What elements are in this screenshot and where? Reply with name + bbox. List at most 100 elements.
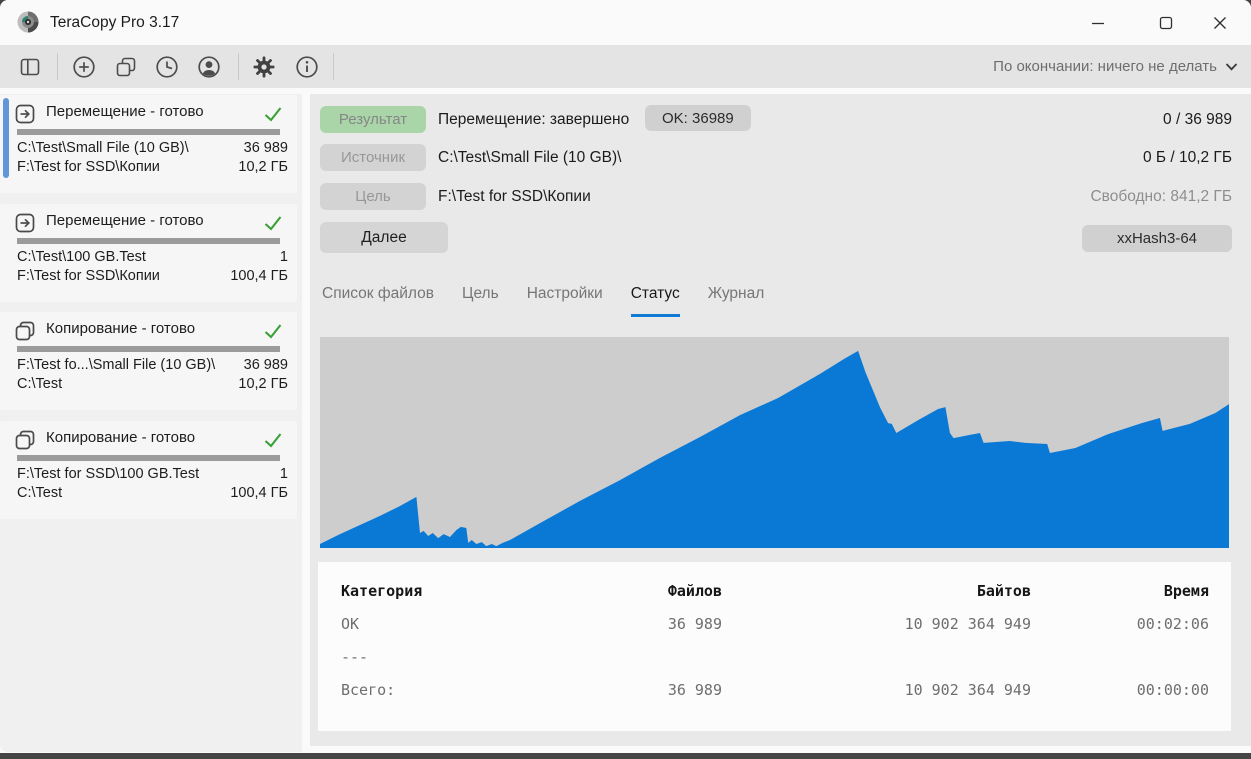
task-source-path: C:\Test\100 GB.Test	[17, 249, 146, 269]
task-title: Перемещение - готово	[46, 212, 204, 229]
target-button-label: Цель	[355, 188, 391, 205]
chevron-down-icon	[1224, 59, 1239, 74]
minimize-button[interactable]	[1075, 0, 1121, 45]
task-source-path: C:\Test\Small File (10 GB)\	[17, 140, 189, 160]
task-card[interactable]: Копирование - готово F:\Test fo...\Small …	[0, 312, 297, 410]
selection-indicator	[3, 98, 9, 178]
minimize-icon	[1091, 16, 1105, 30]
tab-journal[interactable]: Журнал	[708, 285, 765, 317]
tab-status[interactable]: Статус	[631, 285, 680, 317]
main-panel: Результат Перемещение: завершено OK: 369…	[310, 94, 1251, 746]
check-icon	[262, 212, 284, 234]
table-header: Время	[1031, 576, 1209, 608]
task-files-count: 36 989	[244, 357, 288, 377]
move-icon	[13, 211, 37, 235]
toolbar-separator	[333, 53, 334, 80]
task-progress-bar	[17, 346, 280, 352]
screen: TeraCopy Pro 3.17	[0, 0, 1251, 759]
task-size: 100,4 ГБ	[230, 485, 288, 505]
bytes-progress: 0 Б / 10,2 ГБ	[1143, 144, 1232, 171]
copy-icon	[13, 319, 37, 343]
table-cell: OK	[341, 608, 541, 641]
source-path: C:\Test\Small File (10 GB)\	[438, 144, 621, 171]
task-title: Копирование - готово	[46, 429, 195, 446]
tab-options[interactable]: Настройки	[527, 285, 603, 317]
target-path: F:\Test for SSD\Копии	[438, 183, 591, 210]
ok-count-badge[interactable]: OK: 36989	[645, 105, 751, 131]
result-button-label: Результат	[339, 111, 407, 128]
table-cell: 10 902 364 949	[722, 674, 1031, 707]
table-cell: ---	[341, 641, 541, 674]
task-source-path: F:\Test fo...\Small File (10 GB)\	[17, 357, 215, 377]
maximize-button[interactable]	[1143, 0, 1189, 45]
window-title: TeraCopy Pro 3.17	[50, 0, 179, 45]
task-progress-bar	[17, 238, 280, 244]
task-target-path: C:\Test	[17, 376, 62, 396]
table-cell: 36 989	[541, 674, 722, 707]
target-button[interactable]: Цель	[320, 183, 426, 210]
task-target-path: C:\Test	[17, 485, 62, 505]
task-title: Перемещение - готово	[46, 103, 204, 120]
table-cell	[722, 641, 1031, 674]
result-button[interactable]: Результат	[320, 106, 426, 133]
table-cell	[1031, 641, 1209, 674]
check-icon	[262, 320, 284, 342]
task-progress-bar	[17, 129, 280, 135]
task-card[interactable]: Перемещение - готово C:\Test\100 GB.Test 1…	[0, 204, 297, 302]
copy-icon	[13, 428, 37, 452]
close-icon	[1213, 16, 1227, 30]
table-header: Категория	[341, 576, 541, 608]
files-progress: 0 / 36 989	[1163, 106, 1232, 133]
toolbar: По окончании: ничего не делать	[0, 45, 1251, 88]
task-progress-bar	[17, 455, 280, 461]
close-button[interactable]	[1197, 0, 1243, 45]
user-account-icon[interactable]	[196, 54, 222, 80]
check-icon	[262, 103, 284, 125]
hash-algorithm-label: xxHash3-64	[1117, 230, 1197, 247]
task-card[interactable]: Перемещение - готово C:\Test\Small File (…	[0, 95, 297, 193]
status-table: КатегорияФайловБайтовВремяOK36 98910 902…	[318, 562, 1231, 707]
task-list-sidebar: Перемещение - готово C:\Test\Small File (…	[0, 94, 302, 752]
table-cell: 36 989	[541, 608, 722, 641]
tab-bar: Список файлов Цель Настройки Статус Журнал	[322, 285, 764, 317]
speed-chart	[320, 337, 1229, 548]
tab-file-list[interactable]: Список файлов	[322, 285, 434, 317]
tab-target[interactable]: Цель	[462, 285, 499, 317]
free-space: Свободно: 841,2 ГБ	[1090, 183, 1232, 210]
task-card[interactable]: Копирование - готово F:\Test for SSD\100 …	[0, 421, 297, 519]
task-target-path: F:\Test for SSD\Копии	[17, 159, 160, 179]
task-size: 10,2 ГБ	[238, 376, 288, 396]
info-icon[interactable]	[294, 54, 320, 80]
table-header: Байтов	[722, 576, 1031, 608]
toolbar-separator	[57, 53, 58, 80]
task-source-path: F:\Test for SSD\100 GB.Test	[17, 466, 199, 486]
app-window: TeraCopy Pro 3.17	[0, 0, 1251, 753]
ok-count-label: OK: 36989	[662, 110, 734, 127]
check-icon	[262, 429, 284, 451]
on-finish-dropdown[interactable]: По окончании: ничего не делать	[993, 45, 1239, 88]
copy-icon[interactable]	[113, 54, 139, 80]
toolbar-separator	[238, 53, 239, 80]
task-title: Копирование - готово	[46, 320, 195, 337]
settings-gear-icon[interactable]	[251, 54, 277, 80]
task-size: 100,4 ГБ	[230, 268, 288, 288]
result-status-text: Перемещение: завершено	[438, 106, 629, 133]
speed-chart-area	[320, 337, 1229, 548]
panel-toggle-icon[interactable]	[17, 54, 43, 80]
next-button[interactable]: Далее	[320, 222, 448, 253]
teracopy-logo-icon	[17, 11, 39, 33]
table-cell: 10 902 364 949	[722, 608, 1031, 641]
next-button-label: Далее	[361, 229, 406, 247]
hash-algorithm-button[interactable]: xxHash3-64	[1082, 225, 1232, 252]
source-button-label: Источник	[341, 149, 405, 166]
table-cell: Всего:	[341, 674, 541, 707]
history-icon[interactable]	[154, 54, 180, 80]
add-task-icon[interactable]	[71, 54, 97, 80]
task-files-count: 1	[280, 249, 288, 269]
status-table-panel: КатегорияФайловБайтовВремяOK36 98910 902…	[318, 562, 1231, 731]
task-files-count: 1	[280, 466, 288, 486]
table-cell	[541, 641, 722, 674]
move-icon	[13, 102, 37, 126]
title-bar: TeraCopy Pro 3.17	[0, 0, 1251, 45]
source-button[interactable]: Источник	[320, 144, 426, 171]
